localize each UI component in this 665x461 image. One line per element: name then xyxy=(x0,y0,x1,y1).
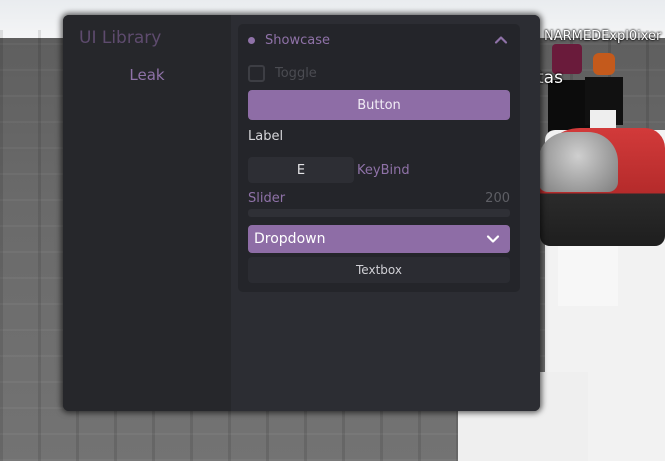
section-showcase: Showcase Toggle Button Label E KeyBind S… xyxy=(238,24,520,292)
avatar-head xyxy=(558,246,618,306)
slider-value: 200 xyxy=(485,191,510,206)
toggle-checkbox[interactable] xyxy=(248,65,265,82)
section-header[interactable]: Showcase xyxy=(238,24,520,56)
dropdown-label: Dropdown xyxy=(254,231,326,247)
avatar-head xyxy=(593,53,615,75)
window-title: UI Library xyxy=(79,28,162,48)
content-pane: Showcase Toggle Button Label E KeyBind S… xyxy=(231,15,540,411)
showcase-button[interactable]: Button xyxy=(248,90,510,120)
tab-leak[interactable]: Leak xyxy=(63,66,231,84)
label-text: Label xyxy=(248,129,284,144)
section-dot-icon xyxy=(248,37,255,44)
chevron-up-icon[interactable] xyxy=(494,33,508,47)
keybind-button[interactable]: E xyxy=(248,157,354,183)
sidebar: UI Library Leak xyxy=(63,15,231,411)
keybind-label: KeyBind xyxy=(357,163,410,178)
cap-front xyxy=(538,132,618,192)
toggle-label: Toggle xyxy=(275,66,317,81)
slider-label: Slider xyxy=(248,191,286,206)
slider-track[interactable] xyxy=(248,209,510,217)
section-title: Showcase xyxy=(265,33,330,48)
dropdown[interactable]: Dropdown xyxy=(248,225,510,253)
player-nametag: NARMEDExpl0ixer xyxy=(544,29,662,44)
ui-library-window: UI Library Leak Showcase Toggle Button L… xyxy=(63,15,540,411)
chevron-down-icon xyxy=(486,235,500,243)
textbox-input[interactable]: Textbox xyxy=(248,257,510,283)
toggle[interactable]: Toggle xyxy=(248,64,368,84)
player-nametag-partial: tas xyxy=(537,68,563,88)
